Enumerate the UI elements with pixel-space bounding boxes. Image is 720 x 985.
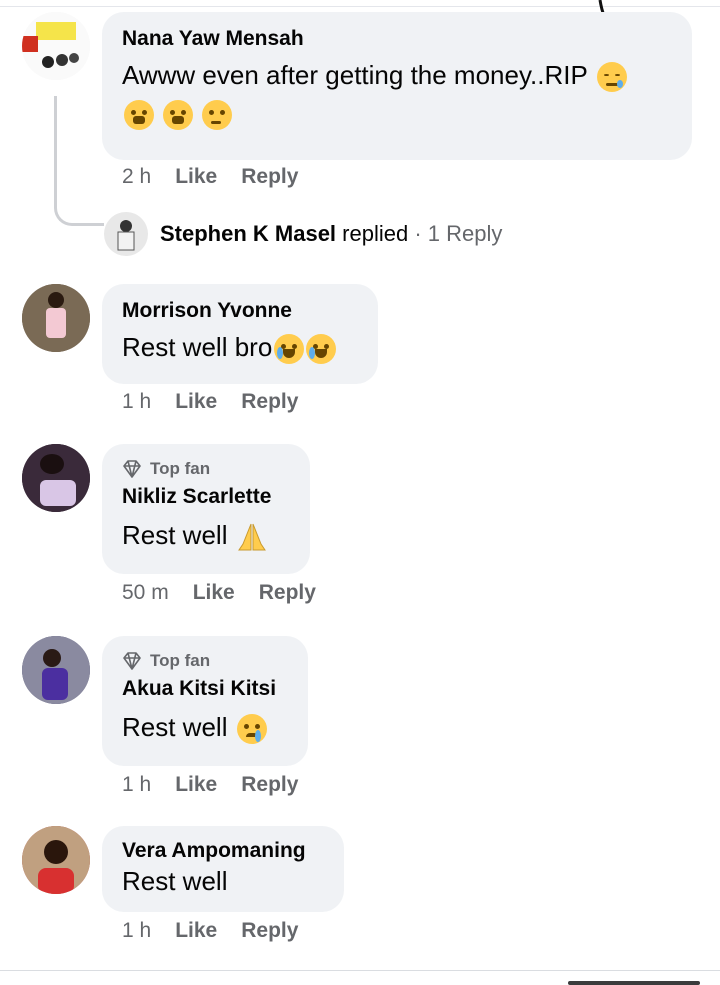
comment-time[interactable]: 1 h [122, 918, 151, 944]
reply-button[interactable]: Reply [259, 580, 316, 606]
bottom-divider [0, 970, 720, 971]
comment-author[interactable]: Morrison Yvonne [122, 298, 358, 324]
reply-button[interactable]: Reply [241, 389, 298, 415]
top-fan-label: Top fan [150, 651, 211, 670]
comment-text: Rest well bro [122, 330, 358, 365]
loudly-crying-face-icon [274, 334, 305, 365]
comment-text-line: Awww even after getting the money..RIP [122, 60, 588, 90]
thinking-face-icon [202, 100, 233, 131]
diamond-icon [123, 460, 141, 478]
reply-button[interactable]: Reply [241, 772, 298, 798]
top-fan-badge: Top fan [122, 458, 290, 480]
thread-connector [54, 96, 104, 226]
loudly-crying-face-icon [306, 334, 337, 365]
view-replies-link[interactable]: Stephen K Masel replied · 1 Reply [104, 212, 502, 256]
comment-meta: 1 h Like Reply [122, 918, 298, 944]
comment-text-line: Rest well bro [122, 332, 273, 362]
comment-bubble[interactable]: Nana Yaw Mensah Awww even after getting … [102, 12, 692, 160]
comment-text: Rest well [122, 518, 290, 552]
comment-time[interactable]: 1 h [122, 772, 151, 798]
avatar[interactable] [22, 284, 90, 352]
comment-time[interactable]: 50 m [122, 580, 169, 606]
comment-text: Rest well [122, 710, 288, 745]
comment-text-line: Rest well [122, 712, 228, 742]
comment-meta: 50 m Like Reply [122, 580, 316, 606]
comment-bubble[interactable]: Top fan Nikliz Scarlette Rest well [102, 444, 310, 574]
avatar[interactable] [22, 444, 90, 512]
top-fan-badge: Top fan [122, 650, 288, 672]
reply-avatar [104, 212, 148, 256]
comment-time[interactable]: 1 h [122, 389, 151, 415]
comment-bubble[interactable]: Morrison Yvonne Rest well bro [102, 284, 378, 384]
reply-author[interactable]: Stephen K Masel [160, 221, 336, 246]
comment-meta: 2 h Like Reply [122, 164, 298, 190]
reply-button[interactable]: Reply [241, 918, 298, 944]
like-button[interactable]: Like [193, 580, 235, 606]
avatar[interactable] [22, 636, 90, 704]
comment-bubble[interactable]: Vera Ampomaning Rest well [102, 826, 344, 912]
comment-emoji-row [122, 96, 672, 131]
comment-author[interactable]: Akua Kitsi Kitsi [122, 676, 288, 702]
comment-text: Awww even after getting the money..RIP [122, 58, 672, 93]
home-indicator [568, 981, 700, 985]
folded-hands-icon [237, 523, 266, 551]
comment-author[interactable]: Nana Yaw Mensah [122, 26, 672, 52]
comment-meta: 1 h Like Reply [122, 389, 298, 415]
like-button[interactable]: Like [175, 918, 217, 944]
comment-author[interactable]: Vera Ampomaning [122, 838, 324, 864]
like-button[interactable]: Like [175, 389, 217, 415]
top-fan-label: Top fan [150, 459, 211, 478]
reply-button[interactable]: Reply [241, 164, 298, 190]
reply-action: replied [342, 221, 409, 246]
sleepy-face-icon [596, 62, 627, 93]
comment-author[interactable]: Nikliz Scarlette [122, 484, 290, 510]
tired-face-icon [163, 100, 194, 131]
avatar[interactable] [22, 826, 90, 894]
comment-text-line: Rest well [122, 866, 228, 896]
reply-count[interactable]: · 1 Reply [414, 221, 502, 246]
diamond-icon [123, 652, 141, 670]
avatar[interactable] [22, 12, 90, 80]
tired-face-icon [124, 100, 154, 131]
like-button[interactable]: Like [175, 772, 217, 798]
comment-time[interactable]: 2 h [122, 164, 151, 190]
like-button[interactable]: Like [175, 164, 217, 190]
comment-meta: 1 h Like Reply [122, 772, 298, 798]
crying-face-icon [236, 714, 267, 745]
comment-bubble[interactable]: Top fan Akua Kitsi Kitsi Rest well [102, 636, 308, 766]
comment-text: Rest well [122, 864, 324, 898]
comment-text-line: Rest well [122, 520, 228, 550]
